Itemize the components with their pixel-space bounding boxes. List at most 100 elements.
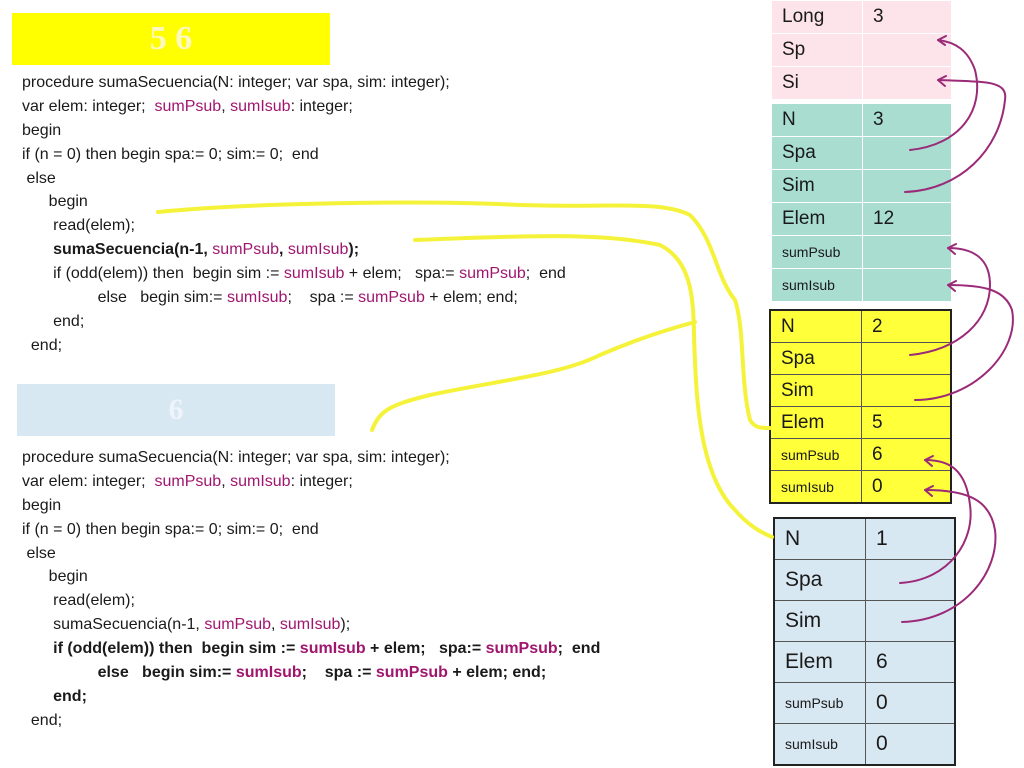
variable-name: Sp (771, 33, 863, 67)
variable-value: 0 (861, 470, 952, 504)
code-variable: sumIsub (279, 616, 341, 634)
frame-heading-top: 5 6 (12, 13, 330, 65)
variable-table-call-n1: N 1 Spa Sim Elem 6 sumPsub 0 sumIsub 0 (773, 517, 956, 766)
code-variable: sumIsub (235, 664, 302, 682)
code-line: end; (22, 334, 566, 358)
code-variable: sumPsub (485, 640, 558, 658)
code-variable: sumPsub (204, 616, 272, 634)
code-text: begin (22, 496, 62, 514)
code-text: : integer; (290, 472, 353, 490)
variable-name: Spa (771, 136, 863, 170)
variable-value: 3 (862, 103, 952, 137)
code-text: , (221, 97, 231, 115)
code-line: var elem: integer; sumPsub, sumIsub: int… (22, 470, 600, 494)
code-variable: sumIsub (230, 472, 291, 490)
table-row: Sim (771, 169, 952, 203)
variable-name: Si (771, 66, 863, 100)
variable-value (862, 136, 952, 170)
variable-name: Spa (773, 559, 866, 601)
code-text: if (odd(elem)) then begin sim := (22, 640, 300, 658)
code-text: ); (340, 616, 351, 634)
code-text: ; spa := (301, 664, 376, 682)
code-line: begin (22, 119, 566, 143)
code-text: if (odd(elem)) then begin sim := (22, 265, 284, 283)
code-text: procedure sumaSecuencia(N: integer; var … (22, 449, 450, 466)
variable-name: Elem (773, 641, 866, 683)
code-text: + elem; end; (447, 664, 547, 682)
code-text: + elem; end; (424, 289, 518, 307)
variable-name: Elem (771, 202, 863, 236)
code-text: var elem: integer; (22, 472, 155, 490)
variable-value: 6 (861, 438, 952, 471)
code-text: var elem: integer; (22, 97, 155, 115)
code-variable: sumPsub (358, 289, 425, 307)
variable-value: 12 (862, 202, 952, 236)
code-line: begin (22, 565, 600, 589)
variable-name: Sim (771, 169, 863, 203)
variable-name: N (771, 103, 863, 137)
code-line: begin (22, 190, 566, 214)
table-row: sumIsub (771, 268, 952, 302)
table-row: Sp (771, 33, 952, 67)
frame-heading-bottom: 6 (17, 384, 335, 436)
code-text: end; (22, 711, 63, 729)
code-text: ); (348, 241, 360, 259)
code-text: , (271, 616, 280, 634)
table-row: Sim (773, 600, 956, 642)
code-variable: sumIsub (283, 265, 345, 283)
variable-name: N (769, 309, 862, 343)
code-line: read(elem); (22, 214, 566, 238)
code-block-bottom: procedure sumaSecuencia(N: integer; var … (22, 446, 600, 733)
code-variable: sumPsub (459, 265, 526, 283)
table-row: sumPsub 6 (769, 438, 952, 471)
variable-value (865, 600, 956, 642)
code-line: procedure sumaSecuencia(N: integer; var … (22, 71, 566, 95)
code-line: if (odd(elem)) then begin sim := sumIsub… (22, 262, 566, 286)
code-text: read(elem); (22, 217, 135, 235)
code-line: procedure sumaSecuencia(N: integer; var … (22, 446, 600, 470)
code-text: else (22, 169, 56, 187)
variable-value: 6 (865, 641, 956, 683)
variable-value: 1 (865, 517, 956, 560)
table-row: N3 (771, 103, 952, 137)
variable-name: N (773, 517, 866, 560)
code-text: ; end (525, 265, 566, 283)
variable-table-call-n2: N 2 Spa Sim Elem 5 sumPsub 6 sumIsub 0 (769, 309, 952, 504)
variable-table-main: Long 3 Sp Si (771, 0, 952, 100)
code-variable: sumIsub (299, 640, 366, 658)
variable-value: 0 (865, 723, 956, 766)
code-line: if (odd(elem)) then begin sim := sumIsub… (22, 637, 600, 661)
code-variable: sumPsub (154, 97, 222, 115)
table-row: sumIsub 0 (773, 723, 956, 766)
variable-value (862, 235, 952, 269)
code-text: else (22, 544, 56, 562)
code-text: begin (22, 568, 88, 586)
variable-name: sumPsub (769, 438, 862, 471)
variable-value: 0 (865, 682, 956, 724)
table-row: sumPsub 0 (773, 682, 956, 724)
table-row: Spa (773, 559, 956, 601)
code-variable: sumPsub (212, 241, 279, 259)
code-line: end; (22, 709, 600, 733)
code-line: begin (22, 494, 600, 518)
code-text: if (n = 0) then begin spa:= 0; sim:= 0; … (22, 520, 319, 538)
code-text: , (279, 241, 288, 259)
variable-value (862, 66, 952, 100)
code-text: ; spa := (287, 289, 359, 307)
code-line: end; (22, 685, 600, 709)
code-variable: sumIsub (226, 289, 288, 307)
code-line: var elem: integer; sumPsub, sumIsub: int… (22, 95, 566, 119)
table-row: sumPsub (771, 235, 952, 269)
code-text: + elem; spa:= (344, 265, 460, 283)
code-text: sumaSecuencia(n-1, (53, 241, 213, 259)
table-row: Elem 5 (769, 406, 952, 439)
table-row: Spa (771, 136, 952, 170)
code-variable: sumIsub (230, 97, 291, 115)
variable-value: 3 (862, 0, 952, 34)
code-text: read(elem); (22, 592, 135, 610)
code-text: ; end (557, 640, 601, 658)
variable-name: Long (771, 0, 863, 34)
code-line: else (22, 167, 566, 191)
code-text: begin (22, 121, 62, 139)
